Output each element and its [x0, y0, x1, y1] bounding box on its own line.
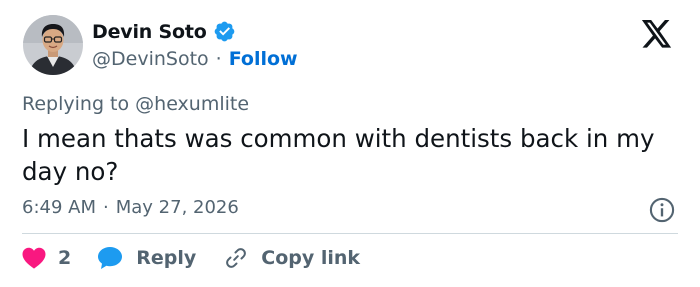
author-name[interactable]: Devin Soto: [92, 21, 207, 43]
avatar-image: [23, 15, 83, 75]
tweet-text: I mean thats was common with dentists ba…: [22, 124, 655, 186]
divider: [22, 233, 678, 234]
replying-prefix: Replying to: [22, 93, 136, 115]
action-bar: 2 Reply Copy link: [22, 246, 360, 270]
follow-button[interactable]: Follow: [229, 48, 298, 70]
replying-to-handle[interactable]: @hexumlite: [135, 93, 249, 115]
info-icon[interactable]: [648, 196, 676, 224]
reply-bubble-icon: [98, 247, 123, 269]
reply-label: Reply: [136, 247, 197, 269]
copy-link-label: Copy link: [261, 247, 361, 269]
like-count: 2: [58, 247, 72, 269]
timestamp-separator: ·: [103, 197, 109, 218]
separator-dot: ·: [215, 48, 222, 70]
verified-badge-icon: [214, 21, 234, 42]
link-icon: [226, 248, 247, 268]
author-handle[interactable]: @DevinSoto: [92, 48, 209, 70]
x-logo-icon[interactable]: [636, 20, 678, 48]
reply-button[interactable]: Reply: [97, 246, 196, 270]
avatar[interactable]: [23, 15, 83, 75]
copy-link-button[interactable]: Copy link: [224, 246, 360, 270]
heart-icon: [22, 247, 46, 269]
timestamp-row[interactable]: 6:49 AM · May 27, 2026: [22, 197, 239, 218]
handle-row: @DevinSoto · Follow: [92, 48, 298, 70]
replying-to: Replying to @hexumlite: [22, 93, 249, 115]
tweet-time[interactable]: 6:49 AM: [22, 197, 96, 218]
like-button[interactable]: 2: [22, 247, 71, 269]
author-name-row[interactable]: Devin Soto: [92, 20, 236, 43]
tweet-date[interactable]: May 27, 2026: [116, 197, 239, 218]
